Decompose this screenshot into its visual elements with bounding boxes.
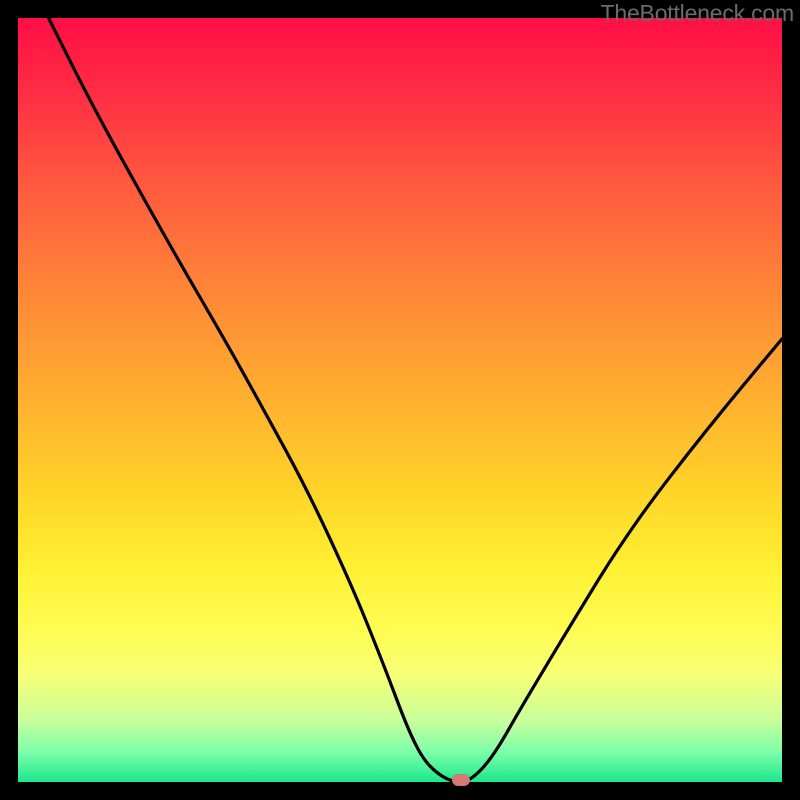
chart-frame: TheBottleneck.com bbox=[0, 0, 800, 800]
min-marker bbox=[452, 774, 470, 786]
bottleneck-curve bbox=[18, 18, 782, 782]
curve-path bbox=[49, 18, 782, 782]
plot-area bbox=[18, 18, 782, 782]
watermark-text: TheBottleneck.com bbox=[601, 0, 794, 27]
